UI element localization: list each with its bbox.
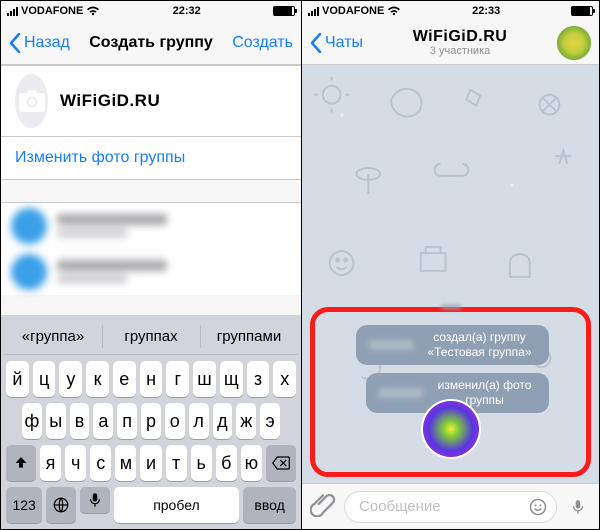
key-р[interactable]: р bbox=[141, 403, 161, 439]
redacted-name bbox=[368, 340, 414, 350]
paperclip-icon bbox=[310, 491, 336, 517]
key-о[interactable]: о bbox=[165, 403, 185, 439]
mic-icon bbox=[569, 498, 587, 516]
battery-icon bbox=[571, 6, 593, 16]
status-bar: VODAFONE 22:32 bbox=[1, 1, 301, 21]
camera-icon bbox=[19, 90, 45, 112]
service-message-text: создал(а) группу «Тестовая группа» bbox=[422, 330, 537, 360]
key-м[interactable]: м bbox=[115, 445, 136, 481]
create-group-screen: VODAFONE 22:32 Назад Создать группу Созд… bbox=[1, 1, 301, 529]
suggestion-bar: «группа» группах группами bbox=[4, 319, 298, 355]
nav-bar: Чаты WiFiGiD.RU 3 участника bbox=[302, 21, 599, 65]
key-у[interactable]: у bbox=[59, 361, 82, 397]
key-ь[interactable]: ь bbox=[191, 445, 212, 481]
key-л[interactable]: л bbox=[189, 403, 209, 439]
key-globe[interactable] bbox=[46, 487, 76, 523]
chat-subtitle: 3 участника bbox=[363, 45, 557, 57]
highlight-box: создал(а) группу «Тестовая группа» измен… bbox=[310, 307, 591, 477]
sticker-icon[interactable] bbox=[528, 497, 548, 517]
key-д[interactable]: д bbox=[213, 403, 233, 439]
key-ы[interactable]: ы bbox=[46, 403, 66, 439]
key-backspace[interactable] bbox=[266, 445, 296, 481]
nav-bar: Назад Создать группу Создать bbox=[1, 21, 301, 65]
chat-background: создал(а) группу «Тестовая группа» измен… bbox=[302, 65, 599, 483]
status-time: 22:33 bbox=[401, 5, 571, 17]
key-space[interactable]: Пробел bbox=[114, 487, 239, 523]
wifi-icon bbox=[86, 6, 100, 16]
group-name-input[interactable] bbox=[60, 91, 287, 111]
status-bar: VODAFONE 22:33 bbox=[302, 1, 599, 21]
back-button[interactable]: Назад bbox=[9, 33, 70, 53]
key-а[interactable]: а bbox=[93, 403, 113, 439]
key-dictation[interactable] bbox=[80, 487, 110, 513]
date-pill bbox=[441, 305, 461, 309]
carrier-label: VODAFONE bbox=[322, 5, 384, 17]
group-photo-message[interactable] bbox=[423, 401, 479, 457]
key-в[interactable]: в bbox=[70, 403, 90, 439]
message-input-bar: Сообщение bbox=[302, 483, 599, 529]
avatar bbox=[11, 254, 47, 290]
voice-message-button[interactable] bbox=[565, 494, 591, 520]
key-и[interactable]: и bbox=[140, 445, 161, 481]
key-ч[interactable]: ч bbox=[65, 445, 86, 481]
key-п[interactable]: п bbox=[117, 403, 137, 439]
chat-screen: VODAFONE 22:33 Чаты WiFiGiD.RU 3 участни… bbox=[302, 1, 599, 529]
key-ш[interactable]: ш bbox=[193, 361, 216, 397]
contact-row[interactable] bbox=[1, 203, 301, 249]
key-shift[interactable] bbox=[6, 445, 36, 481]
message-placeholder: Сообщение bbox=[359, 498, 441, 515]
key-з[interactable]: з bbox=[247, 361, 270, 397]
key-с[interactable]: с bbox=[90, 445, 111, 481]
keyboard: «группа» группах группами йцукенгшщзх фы… bbox=[1, 315, 301, 529]
signal-icon bbox=[308, 7, 319, 16]
shift-icon bbox=[13, 455, 29, 471]
key-н[interactable]: н bbox=[140, 361, 163, 397]
key-э[interactable]: э bbox=[260, 403, 280, 439]
key-т[interactable]: т bbox=[166, 445, 187, 481]
key-г[interactable]: г bbox=[166, 361, 189, 397]
key-ю[interactable]: ю bbox=[241, 445, 262, 481]
nav-title: Создать группу bbox=[70, 34, 232, 52]
key-к[interactable]: к bbox=[86, 361, 109, 397]
key-е[interactable]: е bbox=[113, 361, 136, 397]
service-message: создал(а) группу «Тестовая группа» bbox=[356, 325, 549, 365]
key-й[interactable]: й bbox=[6, 361, 29, 397]
avatar bbox=[11, 208, 47, 244]
contacts-list bbox=[1, 202, 301, 295]
key-щ[interactable]: щ bbox=[220, 361, 243, 397]
wifi-icon bbox=[387, 6, 401, 16]
attach-button[interactable] bbox=[310, 491, 336, 522]
create-button[interactable]: Создать bbox=[232, 34, 293, 52]
key-ж[interactable]: ж bbox=[236, 403, 256, 439]
suggestion[interactable]: группами bbox=[200, 319, 298, 354]
chat-avatar[interactable] bbox=[557, 26, 591, 60]
key-ц[interactable]: ц bbox=[33, 361, 56, 397]
chat-title[interactable]: WiFiGiD.RU bbox=[363, 28, 557, 46]
signal-icon bbox=[7, 7, 18, 16]
group-photo-placeholder[interactable] bbox=[15, 74, 48, 128]
key-return[interactable]: Ввод bbox=[243, 487, 296, 523]
key-б[interactable]: б bbox=[216, 445, 237, 481]
back-label: Назад bbox=[24, 34, 70, 52]
change-photo-button[interactable]: Изменить фото группы bbox=[1, 137, 301, 180]
carrier-label: VODAFONE bbox=[21, 5, 83, 17]
key-123[interactable]: 123 bbox=[6, 487, 42, 523]
key-ф[interactable]: ф bbox=[22, 403, 42, 439]
back-label: Чаты bbox=[325, 34, 363, 52]
status-time: 22:32 bbox=[100, 5, 273, 17]
redacted-name bbox=[378, 388, 424, 398]
backspace-icon bbox=[272, 456, 290, 470]
mic-icon bbox=[86, 491, 104, 509]
key-х[interactable]: х bbox=[273, 361, 296, 397]
globe-icon bbox=[52, 496, 70, 514]
key-я[interactable]: я bbox=[40, 445, 61, 481]
contact-row[interactable] bbox=[1, 249, 301, 295]
battery-icon bbox=[273, 6, 295, 16]
suggestion[interactable]: «группа» bbox=[4, 319, 102, 354]
back-button[interactable]: Чаты bbox=[310, 33, 363, 53]
suggestion[interactable]: группах bbox=[102, 319, 200, 354]
message-input[interactable]: Сообщение bbox=[344, 491, 557, 523]
